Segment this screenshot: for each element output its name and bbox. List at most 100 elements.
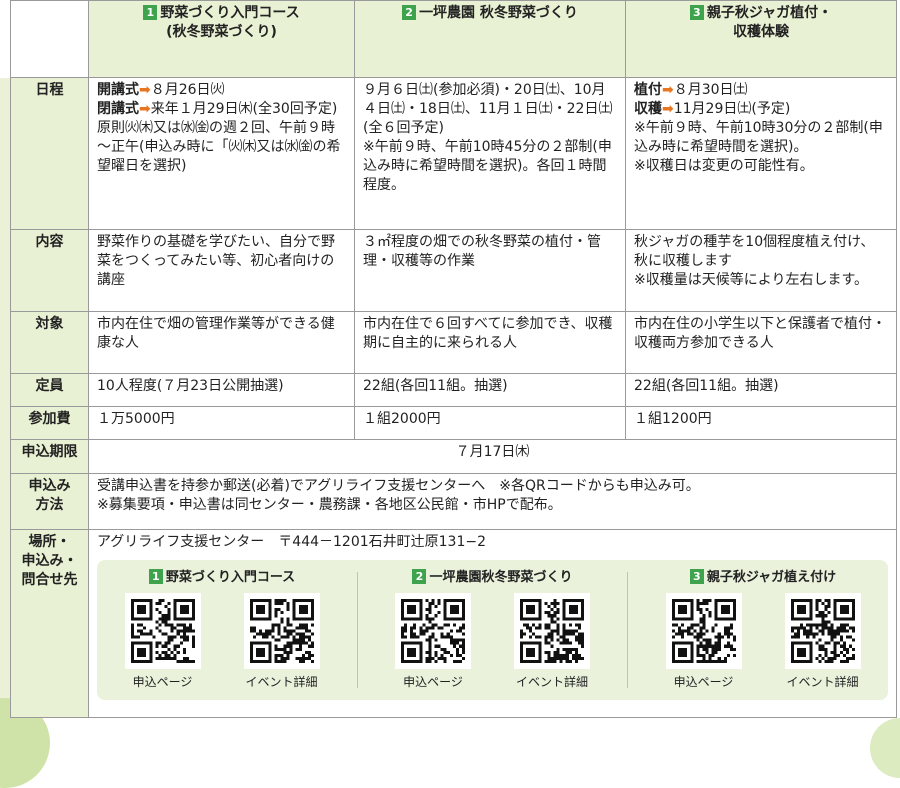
course-3-title: 親子秋ジャガ植付・: [706, 5, 833, 21]
method-line-2: ※募集要項・申込書は同センター・農務課・各地区公民館・市HPで配布。: [97, 497, 562, 513]
capacity-course-1: 10人程度(７月23日公開抽選): [88, 373, 355, 407]
qr-code-icon[interactable]: [395, 593, 471, 669]
closing-date: 来年１月29日㈭(全30回予定): [150, 101, 338, 117]
arrow-icon: ➡: [662, 82, 674, 98]
schedule-course-2: ９月６日㈯(参加必須)・20日㈯、10月４日㈯・18日㈯、11月１日㈯・22日㈯…: [354, 77, 626, 230]
content-row: 内容 野菜作りの基礎を学びたい、自分で野菜をつくってみたい等、初心者向けの講座 …: [10, 229, 897, 312]
deadline-value: ７月17日㈭: [88, 439, 897, 474]
qr-code-panel: 1 野菜づくり入門コース 申込ページ イベント詳細 2 一坪農園秋冬野菜づくり 申込…: [97, 560, 888, 700]
qr-caption: 申込ページ: [403, 675, 463, 689]
course-header-row: 1 野菜づくり入門コース (秋冬野菜づくり) 2 一坪農園 秋冬野菜づくり 3 親子秋…: [10, 0, 897, 78]
planting-label: 植付: [634, 82, 662, 98]
decor-circle-bottom-right: [870, 718, 900, 778]
arrow-icon: ➡: [662, 101, 674, 117]
harvest-label: 収穫: [634, 101, 662, 117]
qr-code-icon[interactable]: [665, 593, 742, 669]
qr-group-2-title-text: 一坪農園秋冬野菜づくり: [429, 570, 573, 585]
course-2-badge: 2: [402, 5, 417, 20]
schedule-course-2-dates: ９月６日㈯(参加必須)・20日㈯、10月４日㈯・18日㈯、11月１日㈯・22日㈯…: [363, 82, 613, 136]
content-course-1: 野菜作りの基礎を学びたい、自分で野菜をつくってみたい等、初心者向けの講座: [88, 229, 355, 312]
course-3-badge: 3: [689, 5, 704, 20]
qr-divider: [627, 572, 629, 688]
deadline-row: 申込期限 ７月17日㈭: [10, 439, 897, 474]
qr-group-1-title: 1 野菜づくり入門コース: [103, 568, 341, 587]
qr-caption: イベント詳細: [515, 675, 588, 689]
qr-group-1-badge: 1: [148, 569, 163, 584]
place-label-line-2: 申込み・: [21, 553, 78, 569]
course-2-title: 一坪農園 秋冬野菜づくり: [419, 5, 578, 21]
qr-divider: [356, 572, 358, 688]
method-row: 申込み 方法 受講申込書を持参か郵送(必着)でアグリライフ支援センターへ ※各Q…: [10, 473, 897, 530]
place-label-line-1: 場所・: [28, 534, 71, 550]
qr-group-3-title-text: 親子秋ジャガ植え付け: [706, 570, 837, 585]
method-label: 申込み 方法: [10, 473, 89, 530]
qr-code-icon[interactable]: [124, 593, 201, 669]
qr-code-icon[interactable]: [514, 593, 590, 669]
schedule-course-3-note-1: ※午前９時、午前10時30分の２部制(申込み時に希望時間を選択)。: [634, 120, 883, 155]
method-line-1: 受講申込書を持参か郵送(必着)でアグリライフ支援センターへ ※各QRコードからも…: [97, 478, 700, 494]
fee-label: 参加費: [10, 406, 89, 440]
table-corner: [10, 0, 89, 78]
qr-group-2-badge: 2: [412, 569, 427, 584]
qr-code-icon[interactable]: [243, 593, 320, 669]
fee-course-3: １組1200円: [625, 406, 897, 440]
target-course-3: 市内在住の小学生以下と保護者で植付・収穫両方参加できる人: [625, 311, 897, 374]
qr-caption: イベント詳細: [786, 675, 859, 689]
course-1-title: 野菜づくり入門コース: [160, 5, 300, 21]
schedule-course-1-note: 原則㈫㈭又は㈬㈮の週２回、午前９時～正午(申込み時に「㈫㈭又は㈬㈮の希望曜日を選…: [97, 120, 341, 174]
qr-caption: 申込ページ: [132, 675, 193, 689]
content-label: 内容: [10, 229, 89, 312]
fee-course-2: １組2000円: [354, 406, 626, 440]
target-label: 対象: [10, 311, 89, 374]
place-row: 場所・ 申込み・ 問合せ先 アグリライフ支援センター 〒444－1201石井町辻…: [10, 529, 897, 718]
qr-group-2: 2 一坪農園秋冬野菜づくり 申込ページ イベント詳細: [374, 568, 612, 692]
course-1-badge: 1: [143, 5, 158, 20]
qr-group-3-badge: 3: [689, 569, 704, 584]
content-course-2: ３㎡程度の畑での秋冬野菜の植付・管理・収穫等の作業: [354, 229, 626, 312]
target-course-2: 市内在住で６回すべてに参加でき、収穫期に自主的に来られる人: [354, 311, 626, 374]
qr-group-1-title-text: 野菜づくり入門コース: [165, 570, 296, 585]
place-value: アグリライフ支援センター 〒444－1201石井町辻原131−2 1 野菜づくり入…: [88, 529, 897, 718]
capacity-row: 定員 10人程度(７月23日公開抽選) 22組(各回11組。抽選) 22組(各回…: [10, 373, 897, 407]
method-value: 受講申込書を持参か郵送(必着)でアグリライフ支援センターへ ※各QRコードからも…: [88, 473, 897, 530]
deadline-label: 申込期限: [10, 439, 89, 474]
place-label: 場所・ 申込み・ 問合せ先: [10, 529, 89, 718]
course-table: 1 野菜づくり入門コース (秋冬野菜づくり) 2 一坪農園 秋冬野菜づくり 3 親子秋…: [10, 0, 897, 718]
opening-label: 開講式: [97, 82, 139, 98]
content-course-3-text: 秋ジャガの種芋を10個程度植え付け、秋に収穫します: [634, 234, 875, 269]
capacity-course-2: 22組(各回11組。抽選): [354, 373, 626, 407]
schedule-course-1: 開講式➡８月26日㈫ 閉講式➡来年１月29日㈭(全30回予定) 原則㈫㈭又は㈬㈮…: [88, 77, 355, 230]
content-course-3: 秋ジャガの種芋を10個程度植え付け、秋に収穫します ※収穫量は天候等により左右し…: [625, 229, 897, 312]
fee-course-1: １万5000円: [88, 406, 355, 440]
target-course-1: 市内在住で畑の管理作業等ができる健康な人: [88, 311, 355, 374]
content-course-3-note: ※収穫量は天候等により左右します。: [634, 272, 869, 288]
course-2-header: 2 一坪農園 秋冬野菜づくり: [354, 0, 626, 78]
qr-group-2-title: 2 一坪農園秋冬野菜づくり: [374, 568, 612, 587]
qr-group-3-title: 3 親子秋ジャガ植え付け: [644, 568, 882, 587]
course-1-subtitle: (秋冬野菜づくり): [166, 24, 277, 40]
qr-code-icon[interactable]: [784, 593, 861, 669]
fee-row: 参加費 １万5000円 １組2000円 １組1200円: [10, 406, 897, 440]
arrow-icon: ➡: [139, 101, 151, 117]
harvest-date: 11月29日㈯(予定): [673, 101, 791, 117]
method-label-line-2: 方法: [35, 497, 64, 513]
planting-date: ８月30日㈯: [673, 82, 748, 98]
qr-caption: イベント詳細: [245, 675, 318, 689]
arrow-icon: ➡: [139, 82, 151, 98]
capacity-course-3: 22組(各回11組。抽選): [625, 373, 897, 407]
capacity-label: 定員: [10, 373, 89, 407]
opening-date: ８月26日㈫: [150, 82, 225, 98]
place-label-line-3: 問合せ先: [21, 572, 78, 588]
course-3-subtitle: 収穫体験: [733, 24, 789, 40]
closing-label: 閉講式: [97, 101, 139, 117]
schedule-course-3: 植付➡８月30日㈯ 収穫➡11月29日㈯(予定) ※午前９時、午前10時30分の…: [625, 77, 897, 230]
schedule-course-3-note-2: ※収穫日は変更の可能性有。: [634, 158, 814, 174]
schedule-row: 日程 開講式➡８月26日㈫ 閉講式➡来年１月29日㈭(全30回予定) 原則㈫㈭又…: [10, 77, 897, 230]
qr-group-1: 1 野菜づくり入門コース 申込ページ イベント詳細: [103, 568, 341, 692]
schedule-course-2-note: ※午前９時、午前10時45分の２部制(申込み時に希望時間を選択)。各回１時間程度…: [363, 139, 612, 193]
course-1-header: 1 野菜づくり入門コース (秋冬野菜づくり): [88, 0, 355, 78]
qr-caption: 申込ページ: [673, 675, 734, 689]
course-3-header: 3 親子秋ジャガ植付・ 収穫体験: [625, 0, 897, 78]
place-address: アグリライフ支援センター 〒444－1201石井町辻原131−2: [97, 534, 487, 550]
method-label-line-1: 申込み: [28, 478, 71, 494]
